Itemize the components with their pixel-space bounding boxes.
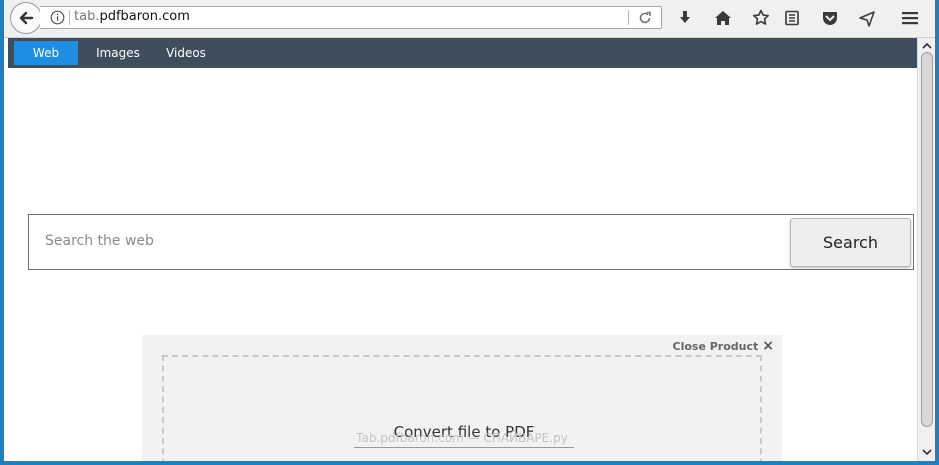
- url-subdomain: tab.: [74, 9, 100, 24]
- vertical-scrollbar[interactable]: [917, 38, 935, 461]
- product-panel: Close Product × Convert file to PDF Tab.…: [142, 335, 782, 461]
- page-content: Web Images Videos Search Close Product ×…: [4, 38, 917, 461]
- star-icon: [753, 9, 769, 25]
- chevron-up-icon: [922, 42, 932, 49]
- url-domain: pdfbaron.com: [99, 9, 190, 24]
- download-button[interactable]: [675, 8, 695, 28]
- send-button[interactable]: [857, 8, 877, 28]
- close-product-label: Close Product: [672, 339, 759, 353]
- pocket-icon: [823, 12, 837, 25]
- scroll-thumb[interactable]: [921, 52, 933, 427]
- download-icon: [680, 11, 690, 23]
- send-icon: [859, 11, 875, 27]
- tab-images[interactable]: Images: [84, 41, 152, 65]
- reading-list-button[interactable]: [782, 8, 802, 28]
- tab-web[interactable]: Web: [14, 41, 78, 65]
- arrow-left-icon: [19, 11, 34, 25]
- info-icon[interactable]: [50, 10, 65, 25]
- search-box: Search: [28, 214, 914, 270]
- reload-icon[interactable]: [637, 10, 653, 26]
- url-separator: [69, 10, 70, 25]
- scroll-down-button[interactable]: [920, 447, 934, 457]
- menu-button[interactable]: [900, 8, 920, 28]
- title-underline: [354, 447, 574, 448]
- browser-toolbar: tab.pdfbaron.com: [4, 0, 935, 38]
- chevron-down-icon: [922, 448, 932, 455]
- watermark-text: Tab.pdfbaron.com — СПАЙВАРЕ.ру: [356, 431, 568, 445]
- close-icon: ×: [762, 338, 774, 354]
- search-input[interactable]: [45, 233, 645, 249]
- home-button[interactable]: [713, 8, 733, 28]
- pocket-button[interactable]: [820, 8, 840, 28]
- search-type-navbar: Web Images Videos: [8, 38, 917, 68]
- bookmark-button[interactable]: [751, 8, 771, 28]
- reading-list-icon: [785, 10, 799, 26]
- browser-frame: tab.pdfbaron.com Web Images Videos Searc…: [0, 0, 939, 465]
- url-bar[interactable]: tab.pdfbaron.com: [40, 6, 662, 29]
- file-drop-zone[interactable]: Convert file to PDF: [162, 355, 762, 461]
- back-button[interactable]: [10, 2, 42, 34]
- search-button[interactable]: Search: [790, 218, 911, 267]
- hamburger-menu-icon: [902, 12, 918, 25]
- url-text[interactable]: tab.pdfbaron.com: [74, 9, 190, 24]
- home-icon: [715, 11, 731, 25]
- tab-videos[interactable]: Videos: [154, 41, 218, 65]
- close-product-button[interactable]: Close Product ×: [673, 338, 775, 354]
- url-separator-right: [628, 10, 629, 25]
- scroll-up-button[interactable]: [920, 40, 934, 50]
- browser-window: tab.pdfbaron.com Web Images Videos Searc…: [4, 0, 935, 461]
